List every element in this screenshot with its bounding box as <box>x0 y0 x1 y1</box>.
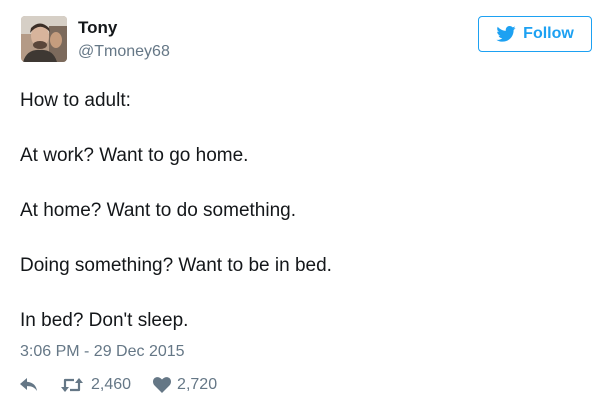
tweet-line: Doing something? Want to be in bed. <box>20 255 332 276</box>
reply-button[interactable] <box>20 378 38 392</box>
avatar-image <box>21 16 67 62</box>
tweet-actions: 2,460 2,720 <box>20 374 217 396</box>
like-button[interactable]: 2,720 <box>153 376 217 394</box>
twitter-bird-icon <box>496 26 516 42</box>
tweet-line: In bed? Don't sleep. <box>20 310 189 331</box>
tweet-line: At home? Want to do something. <box>20 200 297 221</box>
tweet-text: How to adult: At work? Want to go home. … <box>20 89 580 364</box>
tweet-line: How to adult: <box>20 90 131 111</box>
retweet-count: 2,460 <box>91 376 132 393</box>
retweet-icon <box>60 377 91 393</box>
retweet-button[interactable]: 2,460 <box>60 376 131 394</box>
avatar[interactable] <box>21 16 67 62</box>
follow-label: Follow <box>523 25 574 42</box>
tweet-line: At work? Want to go home. <box>20 145 249 166</box>
heart-icon <box>153 377 177 393</box>
reply-icon <box>20 378 38 392</box>
tweet-card: Tony @Tmoney68 Follow How to adult: At w… <box>0 0 600 415</box>
user-handle[interactable]: @Tmoney68 <box>78 42 170 62</box>
like-count: 2,720 <box>177 376 218 393</box>
tweet-timestamp[interactable]: 3:06 PM - 29 Dec 2015 <box>20 342 185 362</box>
user-name[interactable]: Tony <box>78 17 117 39</box>
follow-button[interactable]: Follow <box>478 16 592 52</box>
